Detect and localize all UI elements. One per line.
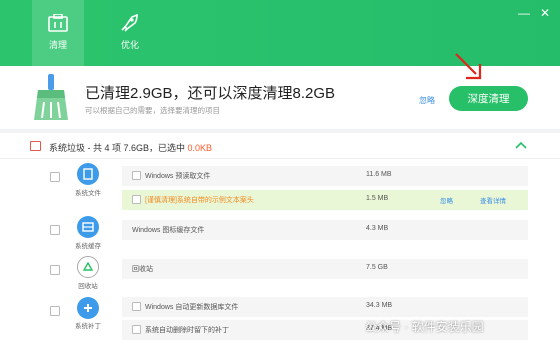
tab-optimize[interactable]: 优化 bbox=[104, 0, 156, 66]
row-name: Windows 预读取文件 bbox=[145, 173, 211, 180]
list-item[interactable]: Windows 图标缓存文件 4.3 MB bbox=[122, 220, 528, 240]
row-size: 1.5 MB bbox=[366, 195, 389, 202]
row-size: 4.3 MB bbox=[366, 225, 389, 232]
system-patch-icon bbox=[77, 297, 99, 319]
category-label-recycle-bin: 回收站 bbox=[78, 283, 98, 290]
red-arrow-annotation bbox=[455, 53, 482, 80]
tab-clean[interactable]: 清理 bbox=[32, 0, 84, 66]
row-checkbox[interactable] bbox=[132, 171, 141, 180]
section-title: 系统垃圾 - 共 4 项 7.6GB，已选中 0.0KB bbox=[49, 141, 212, 154]
ignore-link[interactable]: 忽略 bbox=[419, 95, 435, 106]
selected-size: 0.0KB bbox=[187, 143, 213, 153]
row-size: 34.3 MB bbox=[366, 302, 393, 309]
category-checkbox-system-cache[interactable] bbox=[50, 225, 60, 235]
row-checkbox[interactable] bbox=[132, 325, 141, 334]
category-checkbox-system-files[interactable] bbox=[50, 172, 60, 182]
row-name: 回收站 bbox=[132, 266, 153, 273]
list-item[interactable]: 回收站 7.5 GB bbox=[122, 259, 528, 279]
row-checkbox[interactable] bbox=[132, 195, 141, 204]
row-name: Windows 图标缓存文件 bbox=[132, 227, 205, 234]
row-ignore-link[interactable]: 忽略 bbox=[440, 195, 453, 205]
category-label-system-patch: 系统补丁 bbox=[75, 323, 101, 330]
category-label-system-files: 系统文件 bbox=[75, 190, 101, 197]
tab-optimize-label: 优化 bbox=[120, 40, 139, 50]
broom-icon bbox=[34, 74, 68, 120]
summary-panel: 已清理2.9GB，还可以深度清理8.2GB 可以根据自己的需要，选择要清理的项目… bbox=[0, 53, 560, 129]
list-item[interactable]: Windows 自动更新数据库文件 34.3 MB bbox=[122, 297, 528, 317]
system-junk-section-header[interactable]: 系统垃圾 - 共 4 项 7.6GB，已选中 0.0KB bbox=[0, 133, 560, 159]
list-item[interactable]: Windows 预读取文件 11.6 MB bbox=[122, 166, 528, 186]
chevron-up-icon[interactable] bbox=[515, 140, 527, 150]
tab-clean-label: 清理 bbox=[48, 40, 67, 50]
list-item-caution[interactable]: [谨慎清理]系统自带的示例文本案头 1.5 MB 忽略 查看详情 bbox=[122, 190, 528, 210]
trash-icon bbox=[30, 141, 41, 151]
minimize-button[interactable]: — bbox=[518, 6, 530, 20]
system-cache-icon bbox=[77, 216, 99, 238]
clean-icon bbox=[48, 14, 68, 32]
row-size: 11.6 MB bbox=[366, 171, 392, 178]
watermark: 公众号 · 软件安装乐园 bbox=[365, 320, 484, 334]
row-name: 系统自动删除时留下的补丁 bbox=[145, 327, 229, 334]
row-name: Windows 自动更新数据库文件 bbox=[145, 304, 239, 311]
category-label-system-cache: 系统缓存 bbox=[75, 243, 101, 250]
clean-result-title: 已清理2.9GB，还可以深度清理8.2GB bbox=[85, 85, 336, 102]
section-title-prefix: 系统垃圾 - 共 4 项 7.6GB，已选中 bbox=[49, 143, 188, 153]
recycle-bin-icon bbox=[77, 256, 99, 278]
clean-result-subtitle: 可以根据自己的需要，选择要清理的项目 bbox=[85, 106, 220, 115]
rocket-icon bbox=[121, 14, 138, 32]
category-checkbox-recycle-bin[interactable] bbox=[50, 265, 60, 275]
row-name: [谨慎清理]系统自带的示例文本案头 bbox=[145, 197, 254, 204]
close-button[interactable]: ✕ bbox=[540, 6, 550, 20]
row-checkbox[interactable] bbox=[132, 302, 141, 311]
row-details-link[interactable]: 查看详情 bbox=[480, 195, 506, 205]
system-file-icon bbox=[77, 163, 99, 185]
category-checkbox-system-patch[interactable] bbox=[50, 306, 60, 316]
row-size: 7.5 GB bbox=[366, 264, 388, 271]
